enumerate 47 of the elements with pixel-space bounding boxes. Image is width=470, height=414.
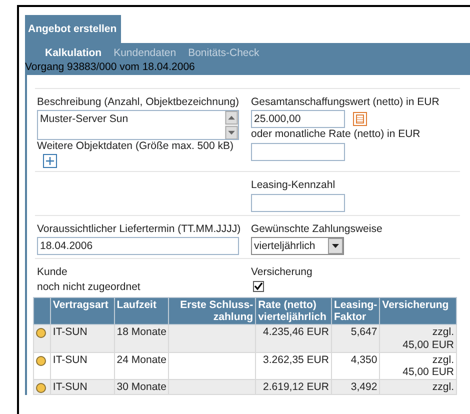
payment-dropdown[interactable]: vierteljährlich: [251, 237, 344, 256]
table-cell: 4.235,46 EUR: [256, 324, 332, 352]
field-label: oder monatliche Rate (netto) in EUR: [251, 128, 422, 141]
scroll-up-icon[interactable]: [225, 111, 238, 125]
field-label: Weitere Objektdaten (Größe max. 500 kB): [37, 140, 234, 153]
column-header: Erste Schluss-zahlung: [168, 298, 256, 325]
field-label: Kunde: [37, 266, 68, 279]
table-cell: zzgl.: [380, 379, 456, 394]
table-cell: IT-SUN: [50, 379, 114, 394]
status-dot-icon: [36, 382, 46, 393]
column-header: Versicherung: [380, 298, 456, 325]
table-cell: 30 Monate: [114, 379, 169, 394]
field-label: Gewünschte Zahlungsweise: [251, 222, 384, 236]
column-header: Leasing-Faktor: [331, 298, 380, 325]
calculator-icon[interactable]: [353, 112, 367, 126]
date-field[interactable]: 18.04.2006: [37, 237, 239, 256]
description-textarea[interactable]: Muster-Server Sun: [37, 110, 239, 140]
column-header: Vertragsart: [50, 298, 114, 325]
column-header: Laufzeit: [114, 298, 169, 325]
table-cell: 5,647: [331, 324, 380, 352]
scroll-down-icon[interactable]: [225, 126, 238, 140]
field-label: Voraussichtlicher Liefertermin (TT.MM.JJJJ): [37, 222, 242, 236]
add-icon[interactable]: [43, 154, 57, 168]
table-cell: 3.262,35 EUR: [256, 352, 332, 380]
table-cell: 24 Monate: [114, 352, 169, 380]
header-tab[interactable]: Angebot erstellen: [25, 15, 121, 43]
column-header: Rate (netto) vierteljährlich: [256, 298, 332, 325]
table-cell: 4,350: [331, 352, 380, 380]
input-field[interactable]: 25.000,00: [251, 110, 345, 128]
table-cell: zzgl. 45,00 EUR: [380, 352, 456, 380]
input-field[interactable]: [251, 194, 345, 212]
tab[interactable]: Kalkulation: [39, 46, 108, 60]
table-cell: IT-SUN: [50, 352, 114, 380]
field-label: Leasing-Kennzahl: [251, 178, 336, 192]
process-line: Vorgang 93883/000 vom 18.04.2006: [25, 61, 196, 74]
field-label: Versicherung: [251, 266, 314, 279]
field-label: Gesamtanschaffungswert (netto) in EUR: [251, 96, 440, 108]
input-field[interactable]: [251, 142, 345, 161]
status-dot-icon: [36, 328, 46, 338]
table-cell: 3,492: [331, 379, 380, 394]
status-dot-icon: [36, 356, 46, 366]
table-cell: 2.619,12 EUR: [256, 379, 332, 394]
table-cell: 18 Monate: [114, 324, 169, 352]
insurance-checkbox[interactable]: [253, 280, 264, 292]
field-label: Beschreibung (Anzahl, Objektbezeichnung): [37, 96, 240, 108]
table-cell: IT-SUN: [50, 324, 114, 352]
customer-status: noch nicht zugeordnet: [37, 280, 142, 294]
